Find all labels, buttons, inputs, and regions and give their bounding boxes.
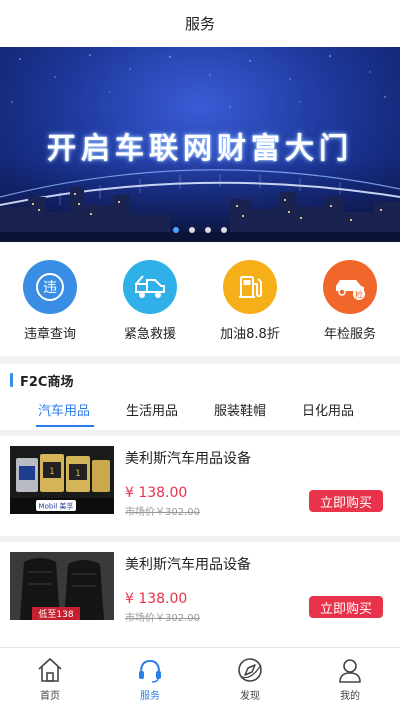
product-name[interactable]: 美利斯汽车用品设备 bbox=[125, 554, 251, 574]
service-label: 加油8.8折 bbox=[220, 327, 280, 342]
product-name[interactable]: 美利斯汽车用品设备 bbox=[125, 448, 251, 468]
tab-auto-supplies[interactable]: 汽车用品 bbox=[38, 400, 90, 419]
product-image-seat-covers: 低至138 bbox=[10, 552, 114, 620]
service-label: 违章查询 bbox=[23, 327, 76, 342]
bottom-tab-bar: 首页 服务 发现 我的 bbox=[0, 647, 400, 711]
buy-now-button[interactable]: 立即购买 bbox=[309, 596, 383, 618]
home-icon bbox=[38, 658, 62, 682]
page-title: 服务 bbox=[184, 15, 215, 33]
tabbar-item-home[interactable]: 首页 bbox=[0, 648, 100, 711]
svg-text:检: 检 bbox=[355, 290, 363, 300]
service-label: 年检服务 bbox=[323, 327, 376, 342]
tabbar-label: 服务 bbox=[140, 691, 160, 702]
heading-accent-bar bbox=[10, 373, 13, 387]
pagination-dot[interactable] bbox=[189, 227, 195, 233]
mall-title: F2C商场 bbox=[20, 374, 74, 390]
service-annual-inspection[interactable]: 检 年检服务 bbox=[300, 242, 400, 356]
svg-text:Mobil 美孚: Mobil 美孚 bbox=[39, 502, 74, 511]
pagination-dot[interactable] bbox=[173, 227, 179, 233]
product-price: ¥ 138.00 bbox=[125, 485, 188, 501]
service-fuel-discount[interactable]: 加油8.8折 bbox=[200, 242, 300, 356]
title-bar: 服务 bbox=[0, 0, 400, 47]
svg-text:1: 1 bbox=[49, 467, 55, 477]
svg-text:低至138: 低至138 bbox=[38, 608, 73, 620]
pagination-dot[interactable] bbox=[221, 227, 227, 233]
tabbar-label: 发现 bbox=[240, 691, 260, 702]
svg-text:1: 1 bbox=[75, 469, 81, 479]
user-icon bbox=[339, 659, 361, 683]
tabbar-item-discover[interactable]: 发现 bbox=[200, 648, 300, 711]
mall-category-tabs: 汽车用品 生活用品 服装鞋帽 日化用品 bbox=[0, 400, 400, 428]
product-image-motor-oil: 1 1 Mobil 美孚 bbox=[10, 446, 114, 514]
headset-icon bbox=[139, 659, 161, 683]
divider bbox=[0, 356, 400, 364]
tabbar-item-profile[interactable]: 我的 bbox=[300, 648, 400, 711]
product-market-price: 市场价￥302.00 bbox=[125, 507, 200, 518]
banner-pagination bbox=[0, 227, 400, 233]
mall-heading: F2C商场 bbox=[10, 372, 74, 390]
mall-section: F2C商场 汽车用品 生活用品 服装鞋帽 日化用品 bbox=[0, 364, 400, 430]
product-market-price: 市场价￥302.00 bbox=[125, 613, 200, 624]
tow-truck-icon bbox=[123, 260, 177, 314]
tab-household-chemicals[interactable]: 日化用品 bbox=[302, 400, 354, 419]
tabbar-label: 我的 bbox=[340, 691, 360, 702]
service-emergency-rescue[interactable]: 紧急救援 bbox=[100, 242, 200, 356]
tab-apparel[interactable]: 服装鞋帽 bbox=[214, 400, 266, 419]
tab-daily-goods[interactable]: 生活用品 bbox=[126, 400, 178, 419]
banner-headline: 开启车联网财富大门 bbox=[46, 131, 353, 165]
product-card[interactable]: 1 1 Mobil 美孚 美利斯汽车用品设备 ¥ 138.00 市场价￥302.… bbox=[0, 436, 400, 540]
product-price: ¥ 138.00 bbox=[125, 591, 188, 607]
promo-banner[interactable]: 开启车联网财富大门 bbox=[0, 47, 400, 242]
compass-icon bbox=[238, 658, 262, 682]
active-tab-indicator bbox=[36, 425, 94, 427]
service-label: 紧急救援 bbox=[123, 327, 176, 342]
buy-now-button[interactable]: 立即购买 bbox=[309, 490, 383, 512]
service-grid: 违 违章查询 紧急救援 加油8.8折 检 年检服务 bbox=[0, 242, 400, 356]
tabbar-label: 首页 bbox=[40, 691, 60, 702]
pagination-dot[interactable] bbox=[205, 227, 211, 233]
product-card[interactable]: 低至138 美利斯汽车用品设备 ¥ 138.00 市场价￥302.00 立即购买 bbox=[0, 542, 400, 646]
violation-icon: 违 bbox=[23, 260, 77, 314]
car-inspection-icon: 检 bbox=[323, 260, 377, 314]
service-violation-query[interactable]: 违 违章查询 bbox=[0, 242, 100, 356]
svg-text:违: 违 bbox=[43, 280, 57, 296]
fuel-pump-icon bbox=[223, 260, 277, 314]
tabbar-item-services[interactable]: 服务 bbox=[100, 648, 200, 711]
